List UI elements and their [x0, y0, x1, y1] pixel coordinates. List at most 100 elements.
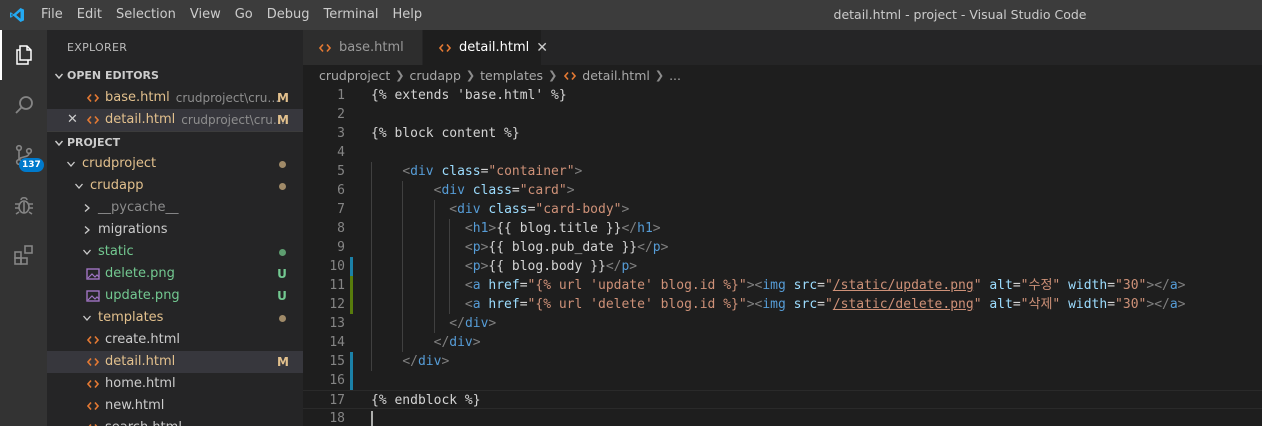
- tab-label: detail.html: [459, 40, 530, 55]
- tree-file-home-html[interactable]: home.html: [47, 373, 303, 395]
- tree-file-create-html[interactable]: create.html: [47, 329, 303, 351]
- code-line[interactable]: 7 <div class="card-body">: [303, 200, 1262, 219]
- explorer-icon[interactable]: [0, 30, 47, 80]
- line-number: 8: [337, 221, 345, 236]
- code-line[interactable]: 12 <a href="{% url 'delete' blog.id %}">…: [303, 295, 1262, 314]
- activity-bar: 137: [0, 30, 47, 426]
- code-line[interactable]: 6 <div class="card">: [303, 181, 1262, 200]
- project-header[interactable]: PROJECT: [47, 131, 303, 153]
- close-icon[interactable]: ✕: [536, 40, 548, 56]
- breadcrumb-item[interactable]: crudapp: [409, 65, 460, 87]
- extensions-icon[interactable]: [0, 230, 47, 280]
- chevron-down-icon: [79, 247, 95, 257]
- code-line[interactable]: 15 </div>: [303, 352, 1262, 371]
- editor-tabs: base.html detail.html ✕: [303, 30, 1262, 65]
- code-line[interactable]: 8 <h1>{{ blog.title }}</h1>: [303, 219, 1262, 238]
- html-file-icon: [562, 68, 578, 84]
- tab-detail-html[interactable]: detail.html ✕: [423, 30, 548, 65]
- code-line[interactable]: 16: [303, 371, 1262, 390]
- menu-go[interactable]: Go: [228, 0, 260, 30]
- breadcrumb-item[interactable]: crudproject: [319, 65, 390, 87]
- code-text: <div class="container">: [402, 164, 583, 179]
- file-name: create.html: [105, 332, 181, 347]
- tree-file-search-html[interactable]: search.html: [47, 417, 303, 426]
- code-line[interactable]: 3 {% block content %}: [303, 124, 1262, 143]
- code-line[interactable]: 13 </div>: [303, 314, 1262, 333]
- line-number: 1: [337, 88, 345, 103]
- git-change-marker: [350, 295, 353, 314]
- code-line[interactable]: 9 <p>{{ blog.pub_date }}</p>: [303, 238, 1262, 257]
- menu-file[interactable]: File: [34, 0, 70, 30]
- menu-view[interactable]: View: [183, 0, 228, 30]
- code-editor[interactable]: 1 {% extends 'base.html' %} 2 3 {% block con…: [303, 86, 1262, 426]
- tree-folder-crudproject[interactable]: crudproject: [47, 153, 303, 175]
- tree-folder-static[interactable]: static: [47, 241, 303, 263]
- debug-icon[interactable]: [0, 180, 47, 230]
- close-icon[interactable]: ✕: [67, 109, 79, 131]
- chevron-right-icon: [79, 203, 95, 213]
- open-editor-detail[interactable]: ✕ detail.html crudproject\crud... M: [47, 109, 303, 131]
- html-file-icon: [85, 90, 101, 106]
- html-file-icon: [317, 40, 333, 56]
- tree-file-delete-png[interactable]: delete.png U: [47, 263, 303, 285]
- line-number: 7: [337, 202, 345, 217]
- git-status-badge: U: [277, 289, 287, 303]
- tree-folder-pycache[interactable]: __pycache__: [47, 197, 303, 219]
- file-name: new.html: [105, 398, 165, 413]
- folder-name: static: [98, 244, 134, 259]
- menu-debug[interactable]: Debug: [260, 0, 317, 30]
- tab-label: base.html: [339, 40, 404, 55]
- line-number: 4: [337, 145, 345, 160]
- search-icon[interactable]: [0, 80, 47, 130]
- code-text: <a href="{% url 'delete' blog.id %}"><im…: [464, 297, 1186, 312]
- menu-help[interactable]: Help: [385, 0, 429, 30]
- open-editor-path: crudproject\crudp...: [175, 91, 280, 105]
- open-editor-base[interactable]: base.html crudproject\crudp... M: [47, 87, 303, 109]
- breadcrumb-item[interactable]: detail.html: [582, 65, 650, 87]
- file-name: delete.png: [105, 266, 175, 281]
- code-line[interactable]: 1 {% extends 'base.html' %}: [303, 86, 1262, 105]
- chevron-down-icon: [79, 313, 95, 323]
- code-line[interactable]: 17 {% endblock %}: [303, 390, 1262, 409]
- code-line[interactable]: 5 <div class="container">: [303, 162, 1262, 181]
- tree-file-detail-html[interactable]: detail.html M: [47, 351, 303, 373]
- modified-dot-icon: [279, 161, 286, 168]
- breadcrumb-item[interactable]: ...: [669, 65, 681, 87]
- menu-terminal[interactable]: Terminal: [317, 0, 386, 30]
- code-line[interactable]: 14 </div>: [303, 333, 1262, 352]
- code-line[interactable]: 18: [303, 409, 1262, 426]
- chevron-right-icon: ❯: [395, 69, 405, 82]
- chevron-down-icon: [71, 181, 87, 191]
- code-line[interactable]: 2: [303, 105, 1262, 124]
- tree-folder-migrations[interactable]: migrations: [47, 219, 303, 241]
- menu-selection[interactable]: Selection: [109, 0, 183, 30]
- modified-dot-icon: [279, 315, 286, 322]
- chevron-right-icon: ❯: [465, 69, 476, 82]
- line-number: 6: [337, 183, 345, 198]
- line-number: 18: [329, 411, 345, 426]
- open-editors-header[interactable]: OPEN EDITORS: [47, 65, 303, 87]
- breadcrumb-item[interactable]: templates: [480, 65, 543, 87]
- source-control-icon[interactable]: 137: [0, 130, 47, 180]
- tree-folder-templates[interactable]: templates: [47, 307, 303, 329]
- code-text: <h1>{{ blog.title }}</h1>: [464, 221, 661, 236]
- tree-file-new-html[interactable]: new.html: [47, 395, 303, 417]
- tab-base-html[interactable]: base.html: [303, 30, 423, 65]
- git-status-badge: M: [277, 355, 289, 369]
- tree-file-update-png[interactable]: update.png U: [47, 285, 303, 307]
- untracked-dot-icon: [279, 249, 286, 256]
- code-line[interactable]: 10 <p>{{ blog.body }}</p>: [303, 257, 1262, 276]
- code-text: <div class="card">: [433, 183, 575, 198]
- code-line[interactable]: 11 <a href="{% url 'update' blog.id %}">…: [303, 276, 1262, 295]
- sidebar-title: EXPLORER: [67, 41, 128, 54]
- tree-folder-crudapp[interactable]: crudapp: [47, 175, 303, 197]
- git-status-badge: U: [277, 267, 287, 281]
- menu-edit[interactable]: Edit: [70, 0, 109, 30]
- code-text: <a href="{% url 'update' blog.id %}"><im…: [464, 278, 1186, 293]
- html-file-icon: [85, 420, 101, 426]
- open-editor-name: detail.html: [105, 112, 176, 127]
- file-name: search.html: [105, 417, 182, 426]
- html-file-icon: [437, 40, 453, 56]
- code-line[interactable]: 4: [303, 143, 1262, 162]
- line-number: 15: [329, 354, 345, 369]
